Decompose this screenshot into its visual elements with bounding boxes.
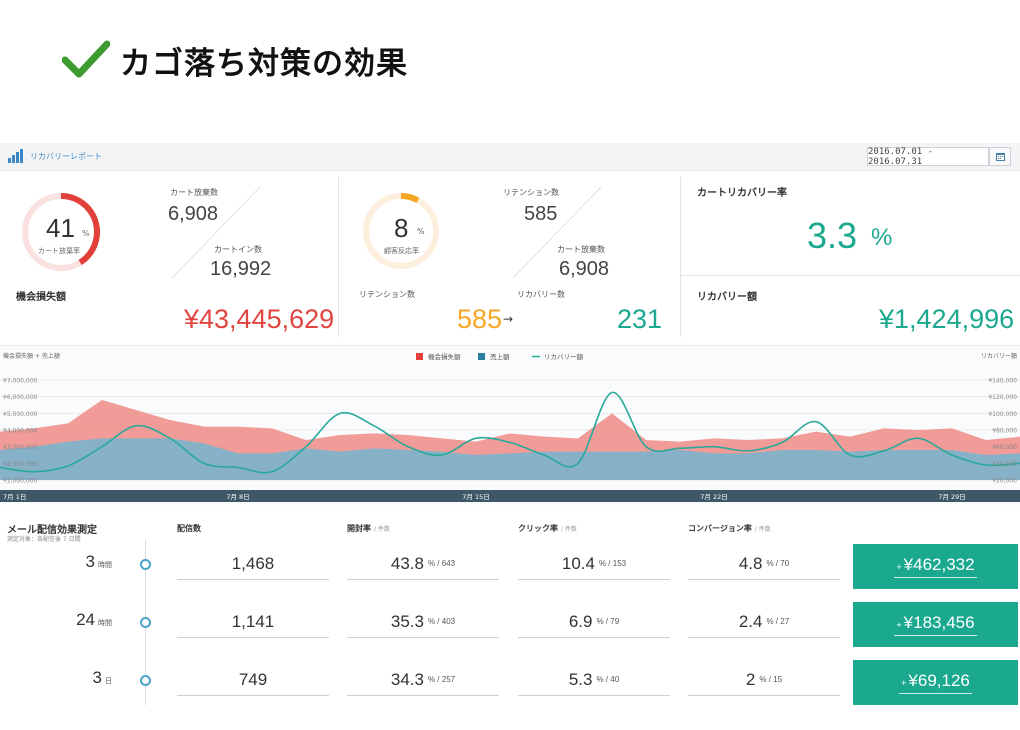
col-open-rate: 開封率 / 件数 — [347, 524, 390, 533]
date-range-field[interactable]: 2016.07.01 - 2016.07.31 — [867, 147, 989, 167]
abandon-rate-unit: % — [82, 229, 90, 238]
right-tick-label: ¥60,000 — [992, 444, 1017, 451]
conversion-rate-cell: 4.8% / 70 — [688, 548, 840, 580]
conversion-rate-cell: 2.4% / 27 — [688, 606, 840, 638]
recovery-chart: 7月 1日 7月 8日 7月 15日 7月 22日 7月 29日 ¥7,000,000 ¥6… — [0, 345, 1020, 505]
recovery-amount-label: リカバリー額 — [697, 292, 757, 303]
mail-row: 3 時間 1,468 43.8% / 643 10.4% / 153 4.8% /… — [0, 544, 1020, 590]
recovery-rate-value: 3.3 — [807, 215, 858, 256]
abandon-count-value-2: 6,908 — [559, 258, 610, 280]
right-tick-label: ¥100,000 — [988, 411, 1017, 418]
retention-value-bottom: 585 — [457, 304, 503, 334]
slide-title: カゴ落ち対策の効果 — [62, 38, 408, 82]
right-tick-label: ¥20,000 — [992, 478, 1017, 485]
recovery-area-chart: 7月 1日 7月 8日 7月 15日 7月 22日 7月 29日 ¥7,000,000 ¥6… — [0, 352, 1020, 502]
report-header: リカバリーレポート 2016.07.01 - 2016.07.31 — [0, 143, 1020, 171]
delivered-cell: 749 — [177, 664, 329, 696]
opportunity-loss-label: 機会損失額 — [16, 292, 66, 303]
right-tick-label: ¥80,000 — [992, 428, 1017, 435]
recovery-amount-value: ¥1,424,996 — [879, 304, 1015, 334]
x-tick-label: 7月 22日 — [700, 493, 727, 501]
col-delivered: 配信数 — [177, 524, 201, 533]
calendar-button[interactable] — [989, 147, 1011, 166]
col-click-rate: クリック率 / 件数 — [518, 524, 577, 533]
cartin-count-label: カートイン数 — [214, 245, 262, 254]
legend-label: リカバリー額 — [544, 352, 584, 361]
left-axis-title: 機会損失額 + 売上額 — [3, 352, 60, 360]
left-tick-label: ¥5,000,000 — [3, 411, 38, 418]
mail-section-subtitle: 測定対象：各配信後 7 日間 — [7, 536, 81, 543]
recovery-amount-badge: + ¥183,456 — [853, 602, 1018, 647]
recovery-amount-badge: + ¥462,332 — [853, 544, 1018, 589]
recovery-dashboard: リカバリーレポート 2016.07.01 - 2016.07.31 41 % カ… — [0, 143, 1020, 730]
panel-divider-line — [681, 275, 1020, 276]
retention-label-bottom: リテンション数 — [359, 290, 415, 299]
x-tick-label: 7月 15日 — [462, 493, 489, 501]
report-title: リカバリーレポート — [30, 152, 102, 161]
slide-title-text: カゴ落ち対策の効果 — [120, 45, 408, 82]
conversion-rate-cell: 2% / 15 — [688, 664, 840, 696]
right-tick-label: ¥40,000 — [992, 461, 1017, 468]
calendar-icon — [995, 153, 1005, 161]
click-rate-cell: 6.9% / 79 — [518, 606, 670, 638]
elapsed-time: 24 時間 — [76, 610, 112, 629]
abandon-count-label-2: カート放棄数 — [557, 245, 605, 254]
x-axis-band — [0, 490, 1020, 502]
opportunity-loss-value: ¥43,445,629 — [184, 304, 335, 334]
arrow-icon: → — [503, 312, 514, 326]
left-tick-label: ¥4,000,000 — [3, 428, 38, 435]
response-rate-label: 顧客反応率 — [384, 247, 419, 255]
open-rate-cell: 35.3% / 403 — [347, 606, 499, 638]
open-rate-cell: 43.8% / 643 — [347, 548, 499, 580]
x-tick-label: 7月 8日 — [226, 493, 249, 501]
click-rate-cell: 10.4% / 153 — [518, 548, 670, 580]
recovery-amount-badge: + ¥69,126 — [853, 660, 1018, 705]
delivered-cell: 1,141 — [177, 606, 329, 638]
cart-abandon-panel: 41 % カート放棄率 カート放棄数 6,908 カートイン数 16,992 機… — [0, 171, 338, 343]
elapsed-time: 3日 — [92, 668, 112, 687]
legend-label: 機会損失額 — [428, 352, 461, 361]
legend-swatch — [478, 353, 485, 360]
open-rate-cell: 34.3% / 257 — [347, 664, 499, 696]
right-tick-label: ¥120,000 — [988, 394, 1017, 401]
legend-swatch — [416, 353, 423, 360]
left-tick-label: ¥2,000,000 — [3, 461, 38, 468]
recovery-rate-label: カートリカバリー率 — [697, 188, 787, 199]
recovery-count-label: リカバリー数 — [517, 290, 565, 299]
delivered-cell: 1,468 — [177, 548, 329, 580]
col-conversion-rate: コンバージョン率 / 件数 — [688, 524, 771, 533]
left-tick-label: ¥6,000,000 — [3, 394, 38, 401]
recovery-rate-panel: カートリカバリー率 3.3 % リカバリー額 ¥1,424,996 — [681, 171, 1020, 343]
right-axis-title: リカバリー額 — [981, 352, 1017, 360]
left-tick-label: ¥1,000,000 — [3, 478, 38, 485]
cartin-count-value: 16,992 — [210, 258, 272, 280]
mail-row: 24 時間 1,141 35.3% / 403 6.9% / 79 2.4% / … — [0, 602, 1020, 648]
abandon-rate-value: 41 — [46, 213, 75, 243]
mail-effect-section: メール配信効果測定 測定対象：各配信後 7 日間 配信数 開封率 / 件数 クリッ… — [0, 513, 1020, 730]
recovery-count-value: 231 — [617, 304, 663, 334]
timeline-dot — [140, 617, 151, 628]
response-rate-unit: % — [417, 227, 425, 236]
response-rate-value: 8 — [394, 213, 409, 243]
right-tick-label: ¥140,000 — [988, 378, 1017, 385]
timeline-dot — [140, 675, 151, 686]
click-rate-cell: 5.3% / 40 — [518, 664, 670, 696]
bar-chart-icon — [8, 149, 23, 163]
legend-label: 売上額 — [490, 352, 510, 361]
x-tick-label: 7月 1日 — [3, 493, 26, 501]
abandon-rate-label: カート放棄率 — [38, 247, 80, 255]
x-tick-label: 7月 29日 — [938, 493, 965, 501]
retention-panel: 8 % 顧客反応率 リテンション数 585 カート放棄数 6,908 リテンショ… — [339, 171, 680, 343]
left-tick-label: ¥3,000,000 — [3, 444, 38, 451]
mail-row: 3日 749 34.3% / 257 5.3% / 40 2% / 15 + ¥6… — [0, 660, 1020, 706]
elapsed-time: 3 時間 — [85, 552, 112, 571]
timeline-dot — [140, 559, 151, 570]
left-tick-label: ¥7,000,000 — [3, 378, 38, 385]
checkmark-icon — [62, 40, 110, 78]
recovery-rate-unit: % — [871, 224, 893, 251]
